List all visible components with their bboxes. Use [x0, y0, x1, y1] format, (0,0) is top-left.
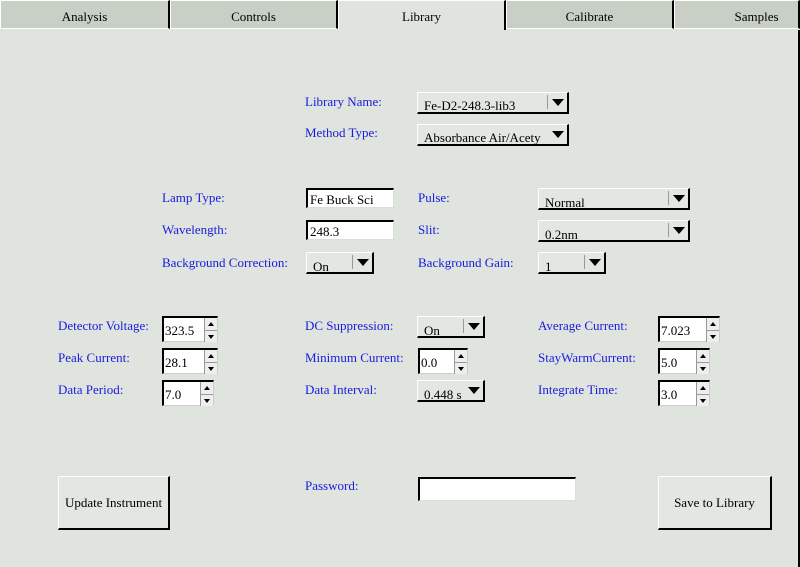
data-period-label: Data Period: — [58, 382, 124, 397]
increment-button[interactable] — [205, 318, 217, 330]
wavelength-input[interactable]: 248.3 — [306, 220, 394, 240]
peak-current-value: 28.1 — [165, 355, 188, 370]
arrow-down-icon — [700, 367, 706, 371]
increment-button[interactable] — [201, 382, 213, 394]
decrement-button[interactable] — [697, 394, 709, 406]
integrate-time-value: 3.0 — [661, 387, 678, 402]
lamp-type-label: Lamp Type: — [162, 190, 225, 205]
arrow-down-icon — [458, 367, 464, 371]
slit-label: Slit: — [418, 222, 440, 237]
minimum-current-stepper[interactable]: 0.0 — [418, 348, 468, 374]
arrow-up-icon — [204, 386, 210, 390]
average-current-label: Average Current: — [538, 318, 628, 333]
chevron-down-icon — [673, 195, 685, 202]
lamp-type-input[interactable]: Fe Buck Sci — [306, 188, 394, 208]
data-interval-value: 0.448 s — [424, 387, 462, 402]
background-correction-select[interactable]: On — [306, 252, 374, 274]
pulse-label: Pulse: — [418, 190, 450, 205]
password-label: Password: — [305, 478, 359, 493]
chevron-down-icon — [357, 259, 369, 266]
lamp-type-value: Fe Buck Sci — [310, 192, 374, 207]
tab-library[interactable]: Library — [338, 0, 506, 30]
arrow-down-icon — [710, 335, 716, 339]
arrow-down-icon — [208, 335, 214, 339]
chevron-down-icon — [468, 387, 480, 394]
peak-current-label: Peak Current: — [58, 350, 130, 365]
arrow-up-icon — [208, 322, 214, 326]
data-period-stepper[interactable]: 7.0 — [162, 380, 214, 406]
average-current-value: 7.023 — [661, 323, 691, 338]
tab-calibrate[interactable]: Calibrate — [506, 0, 674, 29]
chevron-down-icon — [468, 323, 480, 330]
background-correction-value: On — [313, 259, 329, 274]
increment-button[interactable] — [697, 382, 709, 394]
library-name-label: Library Name: — [305, 94, 382, 109]
increment-button[interactable] — [455, 350, 467, 362]
background-correction-label: Background Correction: — [162, 255, 288, 270]
arrow-down-icon — [700, 399, 706, 403]
staywarm-current-stepper[interactable]: 5.0 — [658, 348, 710, 374]
background-gain-label: Background Gain: — [418, 255, 514, 270]
decrement-button[interactable] — [201, 394, 213, 406]
update-instrument-button[interactable]: Update Instrument — [58, 476, 170, 530]
wavelength-label: Wavelength: — [162, 222, 228, 237]
tab-bar: Analysis Controls Library Calibrate Samp… — [0, 0, 800, 30]
increment-button[interactable] — [205, 350, 217, 362]
decrement-button[interactable] — [707, 330, 719, 342]
tab-analysis[interactable]: Analysis — [0, 0, 170, 29]
library-name-value: Fe-D2-248.3-lib3 — [424, 98, 516, 113]
decrement-button[interactable] — [455, 362, 467, 374]
data-interval-label: Data Interval: — [305, 382, 377, 397]
method-type-label: Method Type: — [305, 125, 378, 140]
background-gain-value: 1 — [545, 259, 552, 274]
slit-value: 0.2nm — [545, 227, 578, 242]
detector-voltage-value: 323.5 — [165, 323, 195, 338]
detector-voltage-label: Detector Voltage: — [58, 318, 149, 333]
dc-suppression-select[interactable]: On — [417, 316, 485, 338]
detector-voltage-stepper[interactable]: 323.5 — [162, 316, 218, 342]
minimum-current-value: 0.0 — [421, 355, 438, 370]
chevron-down-icon — [673, 227, 685, 234]
password-input[interactable] — [418, 477, 576, 501]
background-gain-select[interactable]: 1 — [538, 252, 606, 274]
decrement-button[interactable] — [205, 330, 217, 342]
decrement-button[interactable] — [697, 362, 709, 374]
decrement-button[interactable] — [205, 362, 217, 374]
save-to-library-button[interactable]: Save to Library — [658, 476, 772, 530]
dc-suppression-label: DC Suppression: — [305, 318, 394, 333]
chevron-down-icon — [552, 131, 564, 138]
tab-samples[interactable]: Samples — [674, 0, 800, 29]
pulse-value: Normal — [545, 195, 585, 210]
arrow-down-icon — [204, 399, 210, 403]
increment-button[interactable] — [707, 318, 719, 330]
average-current-stepper[interactable]: 7.023 — [658, 316, 720, 342]
arrow-up-icon — [710, 322, 716, 326]
tab-controls[interactable]: Controls — [170, 0, 338, 29]
peak-current-stepper[interactable]: 28.1 — [162, 348, 218, 374]
data-period-value: 7.0 — [165, 387, 182, 402]
staywarm-current-value: 5.0 — [661, 355, 678, 370]
pulse-select[interactable]: Normal — [538, 188, 690, 210]
integrate-time-label: Integrate Time: — [538, 382, 618, 397]
arrow-up-icon — [700, 386, 706, 390]
library-name-select[interactable]: Fe-D2-248.3-lib3 — [417, 92, 569, 114]
staywarm-current-label: StayWarmCurrent: — [538, 350, 636, 365]
integrate-time-stepper[interactable]: 3.0 — [658, 380, 710, 406]
arrow-up-icon — [458, 354, 464, 358]
slit-select[interactable]: 0.2nm — [538, 220, 690, 242]
method-type-value: Absorbance Air/Acety — [424, 130, 541, 145]
arrow-up-icon — [700, 354, 706, 358]
method-type-select[interactable]: Absorbance Air/Acety — [417, 124, 569, 146]
minimum-current-label: Minimum Current: — [305, 350, 404, 365]
arrow-down-icon — [208, 367, 214, 371]
dc-suppression-value: On — [424, 323, 440, 338]
arrow-up-icon — [208, 354, 214, 358]
wavelength-value: 248.3 — [310, 224, 340, 239]
data-interval-select[interactable]: 0.448 s — [417, 380, 485, 402]
chevron-down-icon — [589, 259, 601, 266]
increment-button[interactable] — [697, 350, 709, 362]
chevron-down-icon — [552, 99, 564, 106]
